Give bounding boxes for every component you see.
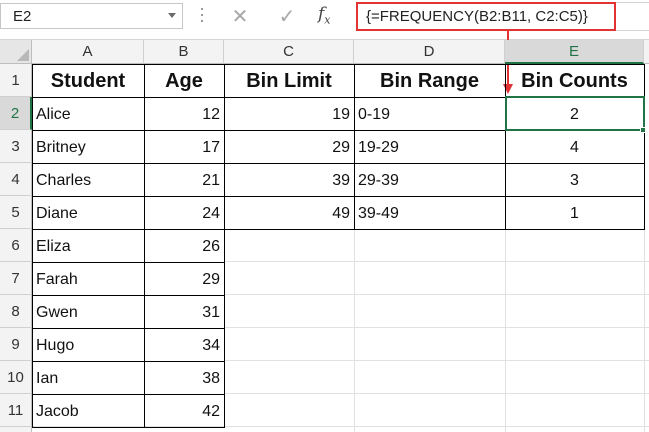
column-header-c[interactable]: C: [224, 40, 354, 64]
column-header-a[interactable]: A: [32, 40, 144, 64]
row-header-5[interactable]: 5: [0, 196, 32, 229]
enter-icon[interactable]: ✓: [272, 3, 302, 29]
table-border: [32, 163, 644, 164]
cell-student[interactable]: Eliza: [32, 230, 144, 263]
gridline: [224, 327, 649, 328]
column-header-d[interactable]: D: [354, 40, 505, 64]
row-header-4[interactable]: 4: [0, 163, 32, 196]
cell-age[interactable]: 34: [144, 329, 224, 362]
table-border: [224, 64, 225, 428]
table-border: [32, 361, 224, 362]
row-header-8[interactable]: 8: [0, 295, 32, 328]
gridline: [224, 261, 649, 262]
cell-bin-limit[interactable]: 29: [224, 131, 354, 164]
table-border: [32, 64, 33, 428]
fill-handle[interactable]: [640, 127, 646, 133]
row-header-12[interactable]: [0, 427, 32, 432]
table-border: [505, 64, 506, 230]
cell-bin-count[interactable]: 1: [505, 197, 644, 230]
cell-student[interactable]: Ian: [32, 362, 144, 395]
table-border: [32, 427, 224, 428]
row-header-9[interactable]: 9: [0, 328, 32, 361]
cell-age[interactable]: 38: [144, 362, 224, 395]
header-age[interactable]: Age: [144, 65, 224, 98]
cell-age[interactable]: 42: [144, 395, 224, 428]
name-box[interactable]: E2: [0, 3, 183, 29]
cell-bin-limit[interactable]: 49: [224, 197, 354, 230]
row-header-6[interactable]: 6: [0, 229, 32, 262]
cell-bin-range[interactable]: 39-49: [354, 197, 505, 230]
header-bin-counts[interactable]: Bin Counts: [505, 65, 644, 98]
cell-age[interactable]: 12: [144, 98, 224, 131]
formula-bar: E2 ✕ ✓ fx {=FREQUENCY(B2:B11, C2:C5)}: [0, 0, 649, 40]
table-border: [32, 328, 224, 329]
cell-student[interactable]: Alice: [32, 98, 144, 131]
table-border: [644, 64, 645, 230]
gridline: [224, 360, 649, 361]
gridline: [354, 229, 355, 432]
table-border: [32, 229, 644, 230]
column-header-e[interactable]: E: [505, 40, 644, 64]
drag-handle-icon[interactable]: [200, 8, 204, 24]
gridline: [505, 229, 506, 432]
chevron-down-icon[interactable]: [168, 13, 176, 18]
column-header-b[interactable]: B: [144, 40, 224, 64]
cell-age[interactable]: 17: [144, 131, 224, 164]
row-header-10[interactable]: 10: [0, 361, 32, 394]
cell-age[interactable]: 26: [144, 230, 224, 263]
cell-age[interactable]: 21: [144, 164, 224, 197]
row-header-7[interactable]: 7: [0, 262, 32, 295]
formula-bar-expand[interactable]: [616, 2, 649, 31]
select-all-button[interactable]: [0, 40, 32, 64]
insert-function-icon[interactable]: fx: [318, 4, 331, 26]
cell-bin-range[interactable]: 19-29: [354, 131, 505, 164]
table-border: [32, 196, 644, 197]
header-bin-limit[interactable]: Bin Limit: [224, 65, 354, 98]
active-cell-selection[interactable]: [505, 96, 645, 131]
cell-student[interactable]: Britney: [32, 131, 144, 164]
cell-bin-limit[interactable]: 39: [224, 164, 354, 197]
row-header-1[interactable]: 1: [0, 64, 32, 97]
table-border: [32, 295, 224, 296]
table-border: [144, 64, 145, 428]
cancel-icon[interactable]: ✕: [225, 3, 255, 29]
cell-age[interactable]: 24: [144, 197, 224, 230]
cell-student[interactable]: Jacob: [32, 395, 144, 428]
table-border: [354, 64, 355, 230]
cell-age[interactable]: 31: [144, 296, 224, 329]
row-header-11[interactable]: 11: [0, 394, 32, 427]
table-border: [32, 394, 224, 395]
table-border: [32, 262, 224, 263]
row-header-2[interactable]: 2: [0, 97, 32, 130]
table-border: [32, 64, 644, 65]
cell-student[interactable]: Gwen: [32, 296, 144, 329]
gridline: [224, 426, 649, 427]
formula-input[interactable]: {=FREQUENCY(B2:B11, C2:C5)}: [356, 2, 616, 31]
gridline: [224, 294, 649, 295]
header-student[interactable]: Student: [32, 65, 144, 98]
cell-bin-range[interactable]: 29-39: [354, 164, 505, 197]
cell-student[interactable]: Hugo: [32, 329, 144, 362]
gridline: [224, 393, 649, 394]
cell-bin-range[interactable]: 0-19: [354, 98, 505, 131]
cell-student[interactable]: Charles: [32, 164, 144, 197]
column-header-f[interactable]: [644, 40, 649, 64]
cell-student[interactable]: Diane: [32, 197, 144, 230]
name-box-value: E2: [13, 8, 32, 25]
cell-bin-count[interactable]: 4: [505, 131, 644, 164]
header-bin-range[interactable]: Bin Range: [354, 65, 505, 98]
row-header-3[interactable]: 3: [0, 130, 32, 163]
cell-student[interactable]: Farah: [32, 263, 144, 296]
cell-age[interactable]: 29: [144, 263, 224, 296]
cell-bin-count[interactable]: 3: [505, 164, 644, 197]
cell-bin-limit[interactable]: 19: [224, 98, 354, 131]
